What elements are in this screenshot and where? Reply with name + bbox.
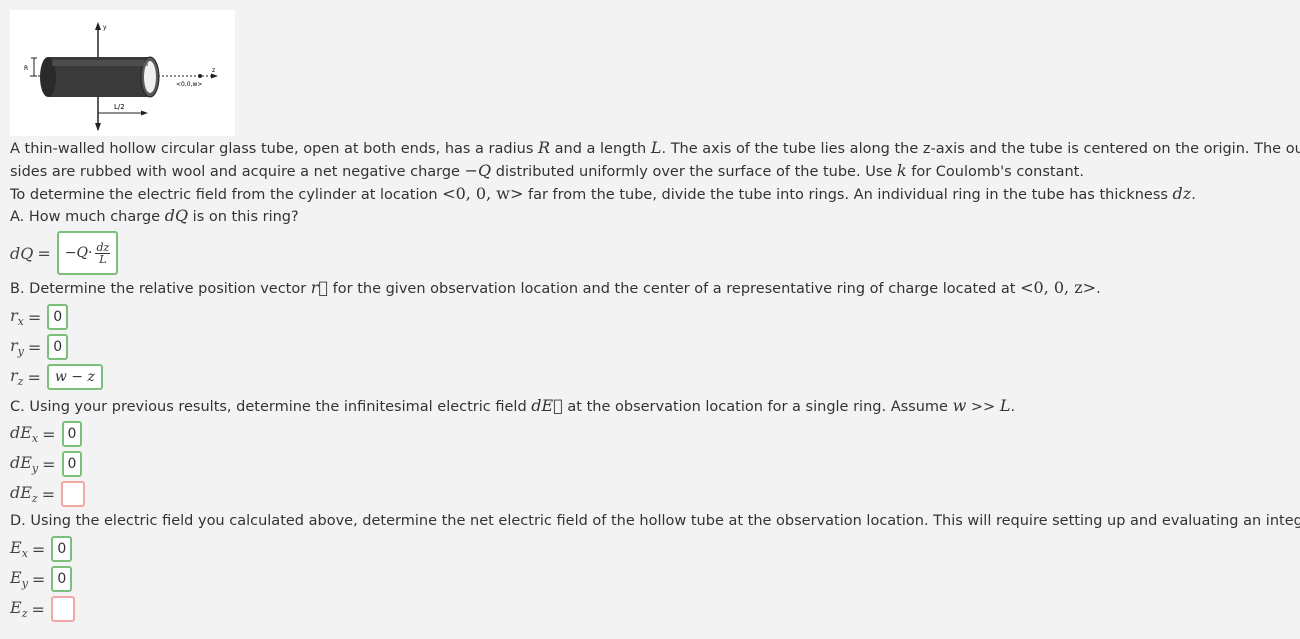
dey-row: dEy = 0: [10, 449, 83, 479]
observation-point: [198, 74, 202, 78]
y-axis-label: y: [103, 24, 107, 31]
rz-row: rz = w − z: [10, 362, 103, 392]
intro-line-1: A thin-walled hollow circular glass tube…: [10, 138, 1300, 157]
dey-answer-field[interactable]: 0: [61, 451, 83, 477]
rz-answer-field[interactable]: w − z: [46, 364, 103, 390]
part-d-question: D. Using the electric field you calculat…: [10, 513, 1300, 529]
ex-row: Ex = 0: [10, 534, 73, 564]
ey-answer-field[interactable]: 0: [51, 566, 73, 592]
intro-line-2: sides are rubbed with wool and acquire a…: [10, 161, 1084, 180]
part-a-question: A. How much charge dQ is on this ring?: [10, 206, 299, 225]
y-axis-arrow-down: [95, 123, 101, 131]
radius-label: R: [24, 65, 28, 72]
part-c-question: C. Using your previous results, determin…: [10, 396, 1016, 415]
y-axis-arrow: [95, 22, 101, 30]
part-a-answer-row: dQ = −Q· dz L: [10, 231, 119, 275]
ez-answer-field[interactable]: [50, 596, 75, 622]
rx-answer-field[interactable]: 0: [47, 304, 69, 330]
half-length-label: L/2: [114, 103, 125, 111]
dq-answer-field[interactable]: −Q· dz L: [56, 231, 119, 275]
ry-answer-field[interactable]: 0: [47, 334, 69, 360]
dez-answer-field[interactable]: [61, 481, 86, 507]
ey-row: Ey = 0: [10, 564, 73, 594]
ry-row: ry = 0: [10, 332, 69, 362]
ez-row: Ez =: [10, 594, 75, 624]
z-axis-label: z: [212, 67, 215, 74]
tube-highlight: [52, 60, 148, 66]
observation-point-label: <0,0,w>: [176, 81, 202, 88]
dex-answer-field[interactable]: 0: [61, 421, 83, 447]
tube-diagram: y z <0,0,w> R L/2: [10, 10, 235, 136]
dez-row: dEz =: [10, 479, 86, 509]
part-b-question: B. Determine the relative position vecto…: [10, 278, 1101, 297]
rx-row: rx = 0: [10, 302, 69, 332]
ex-answer-field[interactable]: 0: [51, 536, 73, 562]
dq-label: dQ: [10, 243, 34, 263]
dex-row: dEx = 0: [10, 419, 83, 449]
tube-diagram-svg: y z <0,0,w> R L/2: [24, 22, 218, 131]
z-axis-arrow: [211, 73, 218, 79]
